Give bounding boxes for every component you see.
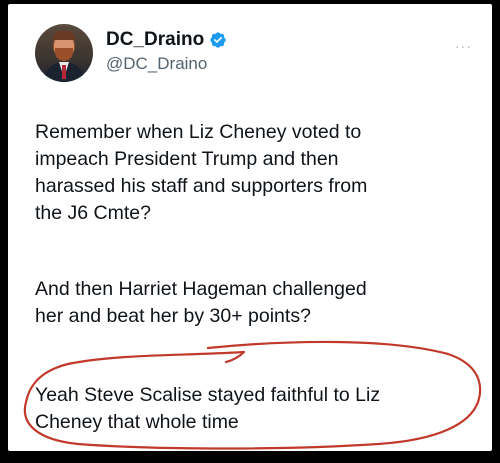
more-options-icon[interactable]: ···: [455, 38, 472, 54]
tweet-paragraph-1: Remember when Liz Cheney voted to impeac…: [35, 121, 368, 224]
tweet-paragraph-3: Yeah Steve Scalise stayed faithful to Li…: [35, 384, 381, 433]
verified-badge-icon: [210, 32, 226, 48]
screenshot-frame: DC_Draino @DC_Draino ··· Remember when L…: [0, 0, 500, 463]
avatar-beard: [55, 48, 73, 61]
tweet-card: DC_Draino @DC_Draino ··· Remember when L…: [8, 4, 492, 451]
author-name-row: DC_Draino: [106, 28, 227, 52]
author-display-name[interactable]: DC_Draino: [106, 29, 204, 51]
author-handle[interactable]: @DC_Draino: [106, 54, 207, 74]
avatar[interactable]: [35, 24, 93, 82]
tweet-paragraph-2: And then Harriet Hageman challenged her …: [35, 278, 367, 327]
avatar-hair: [53, 31, 75, 40]
bottom-black-bar: [0, 451, 500, 463]
avatar-tie: [62, 65, 66, 79]
